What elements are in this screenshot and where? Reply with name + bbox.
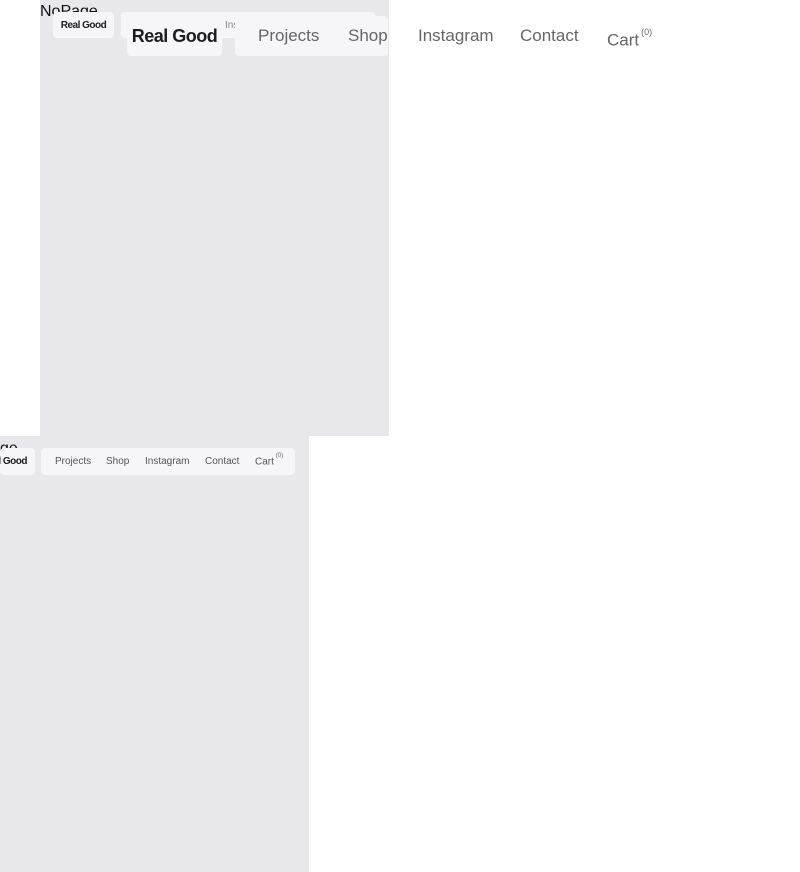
small-logo-pill[interactable]: Real Good [0,448,35,475]
page-frame-bottom [0,436,309,872]
small-cart-label: Cart [255,456,274,468]
logo-text: Real Good [131,25,218,46]
small-nav-link-shop[interactable]: Shop [106,456,129,467]
small-cart-count-badge: (0) [275,453,284,459]
cart-label: Cart [607,30,640,50]
small-nav-link-instagram[interactable]: Instagram [145,456,189,467]
tiny-logo-text: Real Good [60,19,107,31]
small-nav-pill: Projects Shop Instagram Contact Cart(0) [41,448,295,475]
logo-button[interactable]: Real Good [127,16,222,56]
nav-link-shop[interactable]: Shop [348,26,388,46]
page-frame-top [40,0,389,436]
small-nav-link-projects[interactable]: Projects [55,456,91,467]
page-canvas: NoPage Real Good Ins Real Good Projects … [0,0,800,872]
small-logo-text: Real Good [0,456,27,467]
nav-link-cart[interactable]: Cart (0) [607,26,652,51]
small-nav-link-contact[interactable]: Contact [205,456,239,467]
tiny-logo-pill[interactable]: Real Good [53,12,114,38]
cart-count-badge: (0) [641,27,653,37]
small-nav-link-cart[interactable]: Cart(0) [255,453,284,468]
nav-link-instagram[interactable]: Instagram [418,26,494,46]
nav-link-projects[interactable]: Projects [258,26,319,46]
nav-link-contact[interactable]: Contact [520,26,579,46]
